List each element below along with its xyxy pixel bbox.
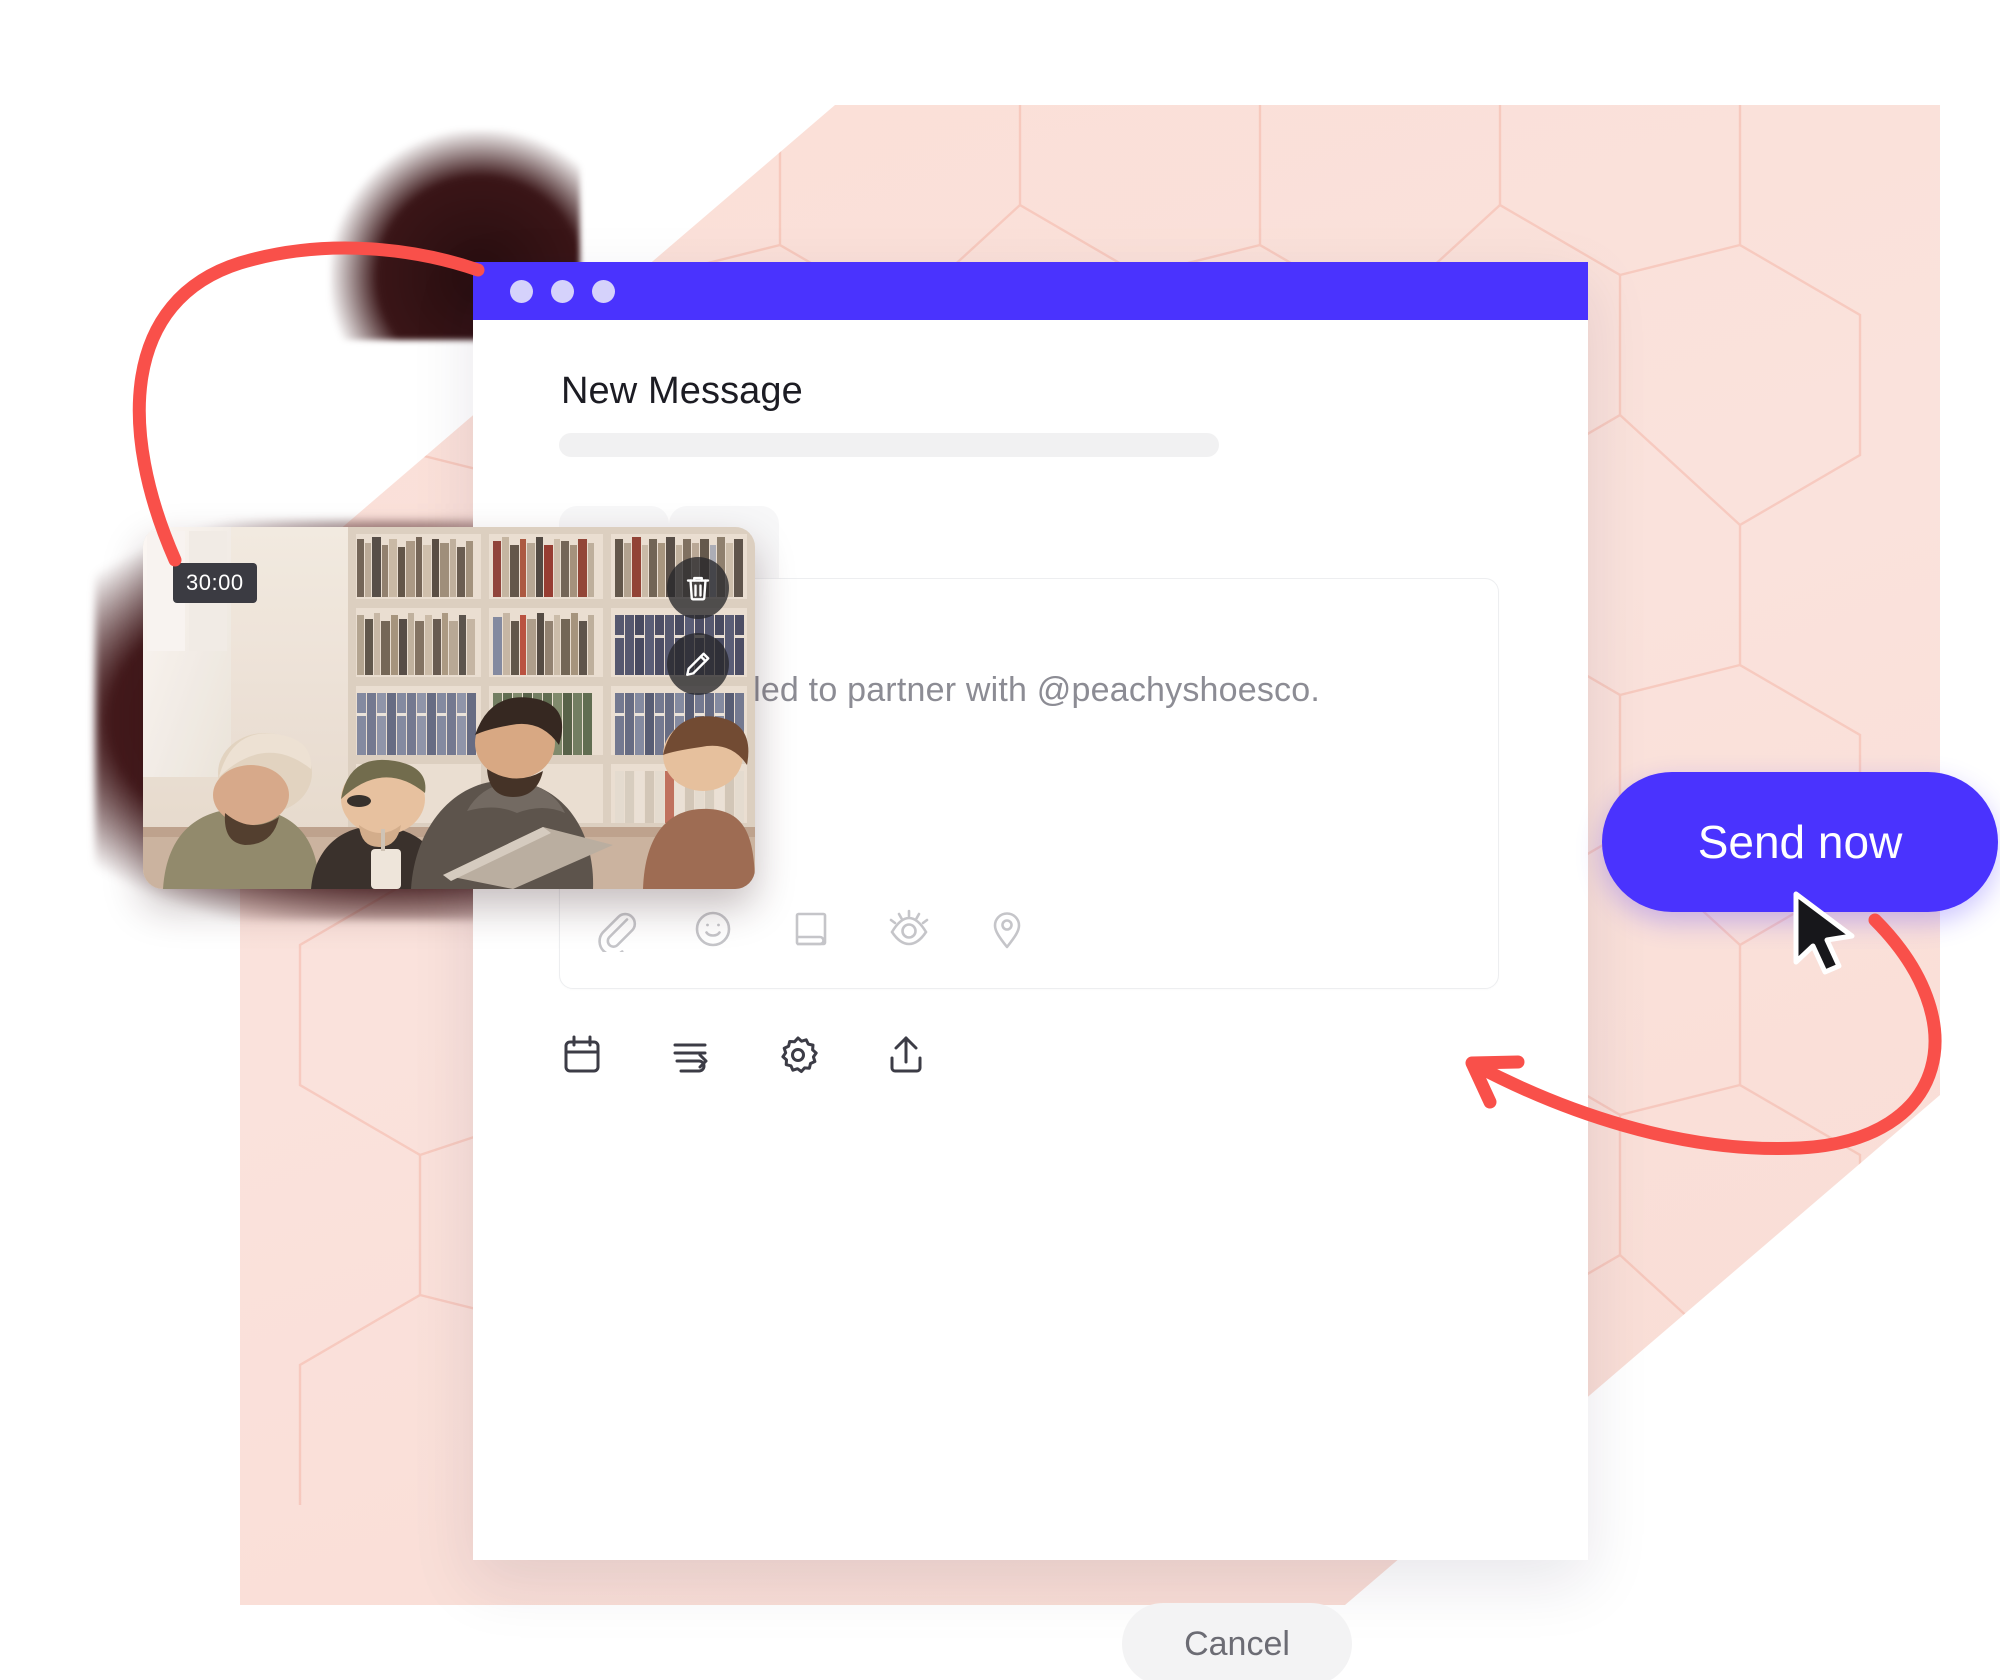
attach-icon[interactable] <box>592 906 638 957</box>
edit-media-button[interactable] <box>667 633 729 695</box>
location-icon[interactable] <box>984 906 1030 952</box>
page-title: New Message <box>561 370 803 412</box>
library-icon[interactable] <box>788 906 834 952</box>
queue-icon[interactable] <box>667 1032 713 1078</box>
settings-icon[interactable] <box>775 1032 821 1078</box>
pencil-icon <box>686 652 710 676</box>
video-duration-badge: 30:00 <box>173 563 257 603</box>
trash-icon <box>686 576 710 601</box>
window-dot-close-icon[interactable] <box>510 279 533 303</box>
delete-media-button[interactable] <box>667 557 729 619</box>
calendar-icon[interactable] <box>559 1032 605 1078</box>
window-titlebar <box>473 262 1588 320</box>
emoji-icon[interactable] <box>690 906 736 952</box>
composer-toolbar <box>592 906 1030 957</box>
recipient-placeholder-bar <box>559 433 1219 457</box>
preview-icon[interactable] <box>886 906 932 952</box>
composer-actions <box>559 1032 929 1078</box>
browser-window: New Message G <box>473 262 1588 1680</box>
window-body: New Message G <box>473 320 1588 1560</box>
upload-icon[interactable] <box>883 1032 929 1078</box>
screenshot-root: New Message G <box>0 0 2000 1680</box>
media-thumbnail-card[interactable]: 30:00 <box>143 527 755 889</box>
window-dot-minimize-icon[interactable] <box>551 279 574 303</box>
cancel-button[interactable]: Cancel <box>1122 1603 1352 1680</box>
mouse-cursor-icon <box>1793 891 1855 975</box>
window-dot-maximize-icon[interactable] <box>592 279 615 303</box>
